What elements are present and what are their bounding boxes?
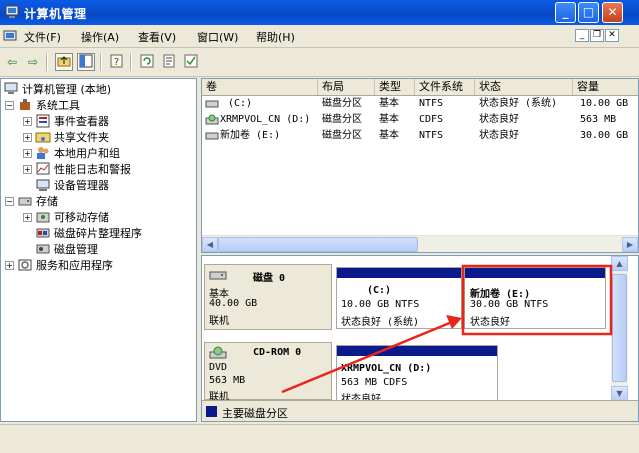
arrow-head-icon	[446, 315, 462, 329]
annotation-arrow	[281, 320, 453, 394]
annotation-overlay	[281, 264, 613, 394]
status-bar	[0, 424, 639, 453]
computer-management-window: 计算机管理 _ □ ✕ 文件(F) 操作(A) 查看(V) 窗口(W) 帮助(H…	[0, 0, 639, 453]
highlight-box	[461, 264, 613, 336]
